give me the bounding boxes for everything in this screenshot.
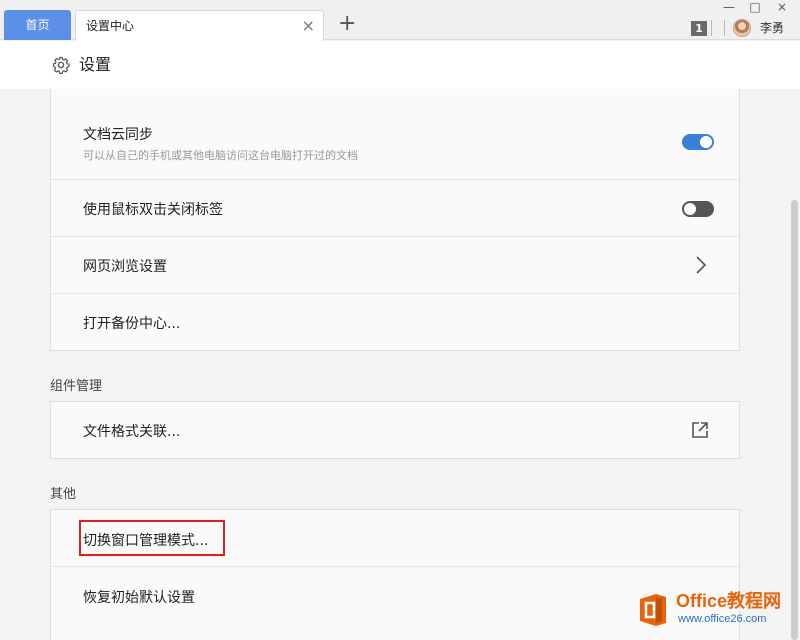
user-name[interactable]: 李勇: [760, 18, 784, 38]
maximize-button[interactable]: □: [748, 0, 762, 14]
toggle-knob: [684, 203, 696, 215]
settings-row-file-association[interactable]: 文件格式关联...: [51, 402, 739, 458]
external-link-icon: [692, 422, 708, 438]
tab-count-badge[interactable]: 1: [691, 21, 707, 36]
highlight-box: [79, 520, 225, 556]
watermark-title: Office教程网: [676, 591, 782, 611]
double-click-close-toggle[interactable]: [682, 201, 714, 217]
gear-icon: [52, 56, 70, 74]
settings-row-double-click-close[interactable]: 使用鼠标双击关闭标签: [51, 180, 739, 237]
tab-home[interactable]: 首页: [4, 10, 71, 40]
row-label: 文件格式关联...: [83, 424, 181, 440]
row-label: 恢复初始默认设置: [83, 590, 195, 606]
row-label: 文档云同步: [83, 127, 153, 143]
office-logo-icon: [640, 594, 666, 626]
new-tab-button[interactable]: +: [338, 12, 356, 36]
section-title-components: 组件管理: [50, 379, 103, 394]
divider: [711, 20, 712, 36]
tab-bar: 首页 设置中心 × + — □ × 1 李勇: [0, 0, 800, 41]
close-window-button[interactable]: ×: [775, 0, 789, 14]
settings-row-cloud-sync[interactable]: 文档云同步 可以从自己的手机或其他电脑访问这台电脑打开过的文档: [51, 103, 739, 180]
watermark: Office教程网 www.office26.com: [636, 590, 796, 632]
row-label: 打开备份中心...: [83, 316, 181, 332]
chevron-right-icon: [696, 256, 707, 274]
row-label: 使用鼠标双击关闭标签: [83, 202, 223, 218]
page-title: 设置: [79, 55, 112, 74]
toggle-knob: [700, 136, 712, 148]
watermark-url: www.office26.com: [678, 613, 767, 625]
row-description: 可以从自己的手机或其他电脑访问这台电脑打开过的文档: [83, 149, 358, 162]
settings-row-switch-window-mode[interactable]: 切换窗口管理模式...: [51, 510, 739, 567]
user-avatar[interactable]: [733, 19, 751, 37]
row-label: 网页浏览设置: [83, 259, 167, 275]
settings-header: 设置: [0, 41, 800, 89]
minimize-button[interactable]: —: [722, 0, 736, 14]
cloud-sync-toggle[interactable]: [682, 134, 714, 150]
tab-settings-label: 设置中心: [86, 19, 135, 33]
settings-row-backup-center[interactable]: 打开备份中心...: [51, 294, 739, 351]
tab-close-icon[interactable]: ×: [302, 11, 315, 41]
divider: [724, 20, 725, 36]
settings-row-web-browsing[interactable]: 网页浏览设置: [51, 237, 739, 294]
section-title-others: 其他: [50, 487, 77, 502]
components-card: 文件格式关联...: [50, 401, 740, 459]
tab-settings-center[interactable]: 设置中心 ×: [75, 10, 324, 41]
scrollbar-thumb[interactable]: [791, 200, 798, 640]
general-settings-card: 文档云同步 可以从自己的手机或其他电脑访问这台电脑打开过的文档 使用鼠标双击关闭…: [50, 89, 740, 351]
